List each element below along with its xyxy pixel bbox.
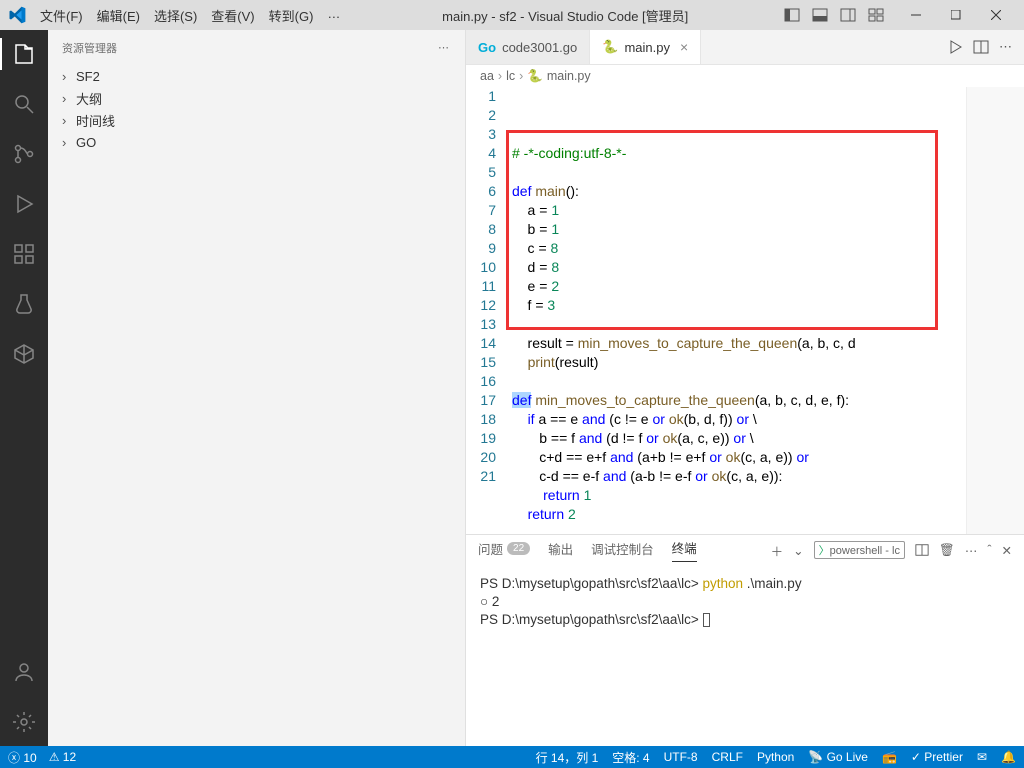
close-panel-icon[interactable]: ✕ [1002, 543, 1012, 558]
explorer-sidebar: 资源管理器 ⋯ ›SF2›大纲›时间线›GO [48, 30, 466, 746]
new-terminal-icon[interactable]: ＋ [771, 541, 784, 560]
status-feedback-icon[interactable]: ✉ [977, 750, 987, 764]
remote-icon[interactable] [0, 338, 48, 370]
crumb[interactable]: main.py [547, 69, 591, 83]
python-file-icon: 🐍 [527, 69, 543, 84]
panel-bottom-icon[interactable] [812, 7, 828, 23]
editor-tabs: Gocode3001.go🐍main.py× ⋯ [466, 30, 1024, 65]
sidebar-title: 资源管理器 [62, 40, 117, 56]
run-icon[interactable] [947, 39, 963, 55]
code-editor[interactable]: 123456789101112131415161718192021 # -*-c… [466, 87, 1024, 534]
editor-tab[interactable]: Gocode3001.go [466, 30, 590, 64]
status-golive[interactable]: 📡 Go Live [808, 750, 868, 764]
extensions-icon[interactable] [0, 238, 48, 270]
status-encoding[interactable]: UTF-8 [664, 750, 698, 764]
explorer-icon[interactable] [0, 38, 48, 70]
maximize-button[interactable] [936, 0, 976, 30]
panel-tab[interactable]: 终端 [672, 538, 697, 562]
terminal-profile[interactable]: 〉powershell - lc [814, 541, 905, 559]
tree-section[interactable]: ›SF2 [48, 65, 465, 87]
status-errors[interactable]: ⓧ 10 [8, 749, 37, 766]
menu-selection[interactable]: 选择(S) [148, 2, 203, 29]
menu-edit[interactable]: 编辑(E) [91, 2, 146, 29]
window-title: main.py - sf2 - Visual Studio Code [管理员] [346, 6, 784, 25]
status-bell-icon[interactable]: 🔔 [1001, 750, 1016, 764]
panel: 问题22 输出调试控制台终端 ＋ ⌄ 〉powershell - lc 🗑 ⋯ ˆ… [466, 534, 1024, 746]
status-bar: ⓧ 10 ⚠ 12 行 14，列 1 空格: 4 UTF-8 CRLF Pyth… [0, 746, 1024, 768]
editor-tab[interactable]: 🐍main.py× [590, 30, 701, 64]
tree-section[interactable]: ›大纲 [48, 87, 465, 109]
split-editor-icon[interactable] [973, 39, 989, 55]
tree-section[interactable]: ›时间线 [48, 109, 465, 131]
terminal[interactable]: PS D:\mysetup\gopath\src\sf2\aa\lc> pyth… [466, 565, 1024, 746]
accounts-icon[interactable] [0, 656, 48, 688]
menu-more[interactable]: … [321, 2, 346, 29]
sidebar-more-icon[interactable]: ⋯ [438, 41, 451, 54]
source-control-icon[interactable] [0, 138, 48, 170]
split-terminal-icon[interactable] [915, 543, 929, 557]
status-warnings[interactable]: ⚠ 12 [49, 750, 76, 764]
testing-icon[interactable] [0, 288, 48, 320]
maximize-panel-icon[interactable]: ˆ [987, 543, 991, 557]
menu-go[interactable]: 转到(G) [263, 2, 320, 29]
title-bar: 文件(F) 编辑(E) 选择(S) 查看(V) 转到(G) … main.py … [0, 0, 1024, 30]
layout-controls [784, 7, 884, 23]
crumb[interactable]: aa [480, 69, 494, 83]
tree-section[interactable]: ›GO [48, 131, 465, 153]
crumb[interactable]: lc [506, 69, 515, 83]
status-indent[interactable]: 空格: 4 [612, 749, 649, 766]
breadcrumb[interactable]: aa› lc› 🐍 main.py [466, 65, 1024, 87]
close-tab-icon[interactable]: × [680, 39, 688, 55]
minimize-button[interactable] [896, 0, 936, 30]
panel-tab[interactable]: 调试控制台 [591, 539, 654, 562]
panel-tab[interactable]: 输出 [548, 539, 573, 562]
editor-more-icon[interactable]: ⋯ [999, 39, 1014, 55]
panel-left-icon[interactable] [784, 7, 800, 23]
menu-view[interactable]: 查看(V) [205, 2, 260, 29]
close-button[interactable] [976, 0, 1016, 30]
search-icon[interactable] [0, 88, 48, 120]
status-language[interactable]: Python [757, 750, 794, 764]
layout-icon[interactable] [868, 7, 884, 23]
minimap[interactable] [966, 87, 1024, 534]
status-cursor-pos[interactable]: 行 14，列 1 [536, 749, 599, 766]
settings-gear-icon[interactable] [0, 706, 48, 738]
terminal-dropdown-icon[interactable]: ⌄ [793, 543, 803, 558]
panel-tab[interactable]: 问题22 [478, 539, 530, 562]
menu-bar: 文件(F) 编辑(E) 选择(S) 查看(V) 转到(G) … [34, 2, 346, 29]
activity-bar [0, 30, 48, 746]
panel-right-icon[interactable] [840, 7, 856, 23]
editor-group: Gocode3001.go🐍main.py× ⋯ aa› lc› 🐍 main.… [466, 30, 1024, 746]
kill-terminal-icon[interactable]: 🗑 [939, 543, 955, 558]
status-eol[interactable]: CRLF [712, 750, 743, 764]
menu-file[interactable]: 文件(F) [34, 2, 89, 29]
status-radio-icon[interactable]: 📻 [882, 750, 897, 764]
panel-more-icon[interactable]: ⋯ [965, 543, 978, 558]
run-debug-icon[interactable] [0, 188, 48, 220]
vscode-logo-icon [8, 6, 26, 24]
status-prettier[interactable]: ✓ Prettier [911, 750, 963, 764]
